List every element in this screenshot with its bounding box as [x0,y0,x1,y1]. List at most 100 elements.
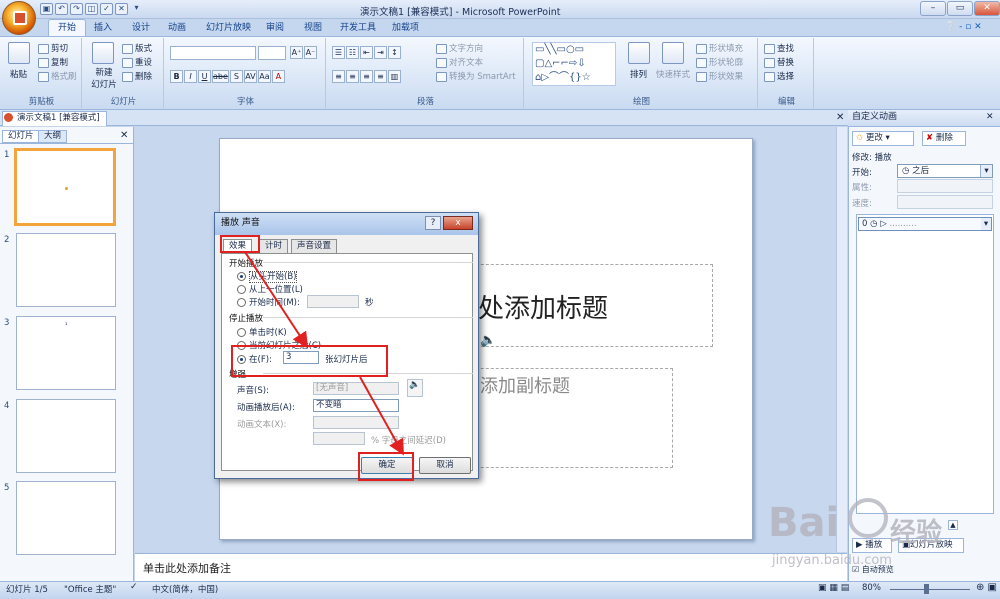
align-right-icon[interactable]: ≡ [360,70,373,83]
delete-slide-button[interactable]: 删除 [122,70,152,82]
minimize-button[interactable]: – [920,1,946,16]
stop-on-click-radio[interactable]: 单击时(K) [237,326,287,338]
redo-icon[interactable]: ↷ [70,3,83,15]
maximize-button[interactable]: ▭ [947,1,973,16]
zoom-level[interactable]: 80% [862,583,881,593]
sound-select[interactable]: [无声音] [313,382,399,395]
arrange-icon[interactable] [628,42,650,64]
start-from-last-radio[interactable]: 从上一位置(L) [237,283,303,295]
arrange-button[interactable]: 排列 [630,68,647,80]
print-preview-icon[interactable]: ◫ [85,3,98,15]
quick-styles-icon[interactable] [662,42,684,64]
office-button[interactable] [2,1,36,35]
tab-slides[interactable]: 幻灯片 [2,130,40,143]
save-icon[interactable]: ▣ [40,3,53,15]
shadow-button[interactable]: S [229,70,243,83]
dialog-tab-timing[interactable]: 计时 [259,239,289,253]
shape-fill-button[interactable]: 形状填充 [696,42,743,54]
notes-pane[interactable]: 单击此处添加备注 [135,553,847,581]
new-slide-icon[interactable] [92,42,114,64]
close-doc-tab-icon[interactable]: ✕ [836,112,844,123]
paste-icon[interactable] [8,42,30,64]
new-slide-button[interactable]: 新建 幻灯片 [86,66,122,90]
start-time-input[interactable] [307,295,359,308]
tab-addins[interactable]: 加载项 [382,19,429,37]
spelling-icon[interactable]: ✓ [100,3,113,15]
format-painter-button[interactable]: 格式刷 [38,70,77,82]
tab-insert[interactable]: 插入 [84,19,122,37]
slide-thumbnail[interactable] [16,399,116,473]
document-tab[interactable]: 演示文稿1 [兼容模式] [2,111,107,126]
strikethrough-button[interactable]: abe [212,70,229,83]
char-spacing-button[interactable]: AV [243,70,257,83]
after-animation-select[interactable]: 不变暗 [313,399,399,412]
decrease-indent-icon[interactable]: ⇤ [360,46,373,59]
dialog-help-button[interactable]: ? [425,216,441,230]
numbering-icon[interactable]: ☷ [346,46,359,59]
help-icon[interactable]: ❔ - ▫ ✕ [945,22,982,32]
animation-list[interactable] [856,214,994,514]
paste-button[interactable]: 粘贴 [10,68,27,80]
letter-delay-input[interactable] [313,432,365,445]
align-center-icon[interactable]: ≡ [346,70,359,83]
tab-slideshow[interactable]: 幻灯片放映 [196,19,261,37]
close-pane-icon[interactable]: ✕ [120,130,128,141]
change-button[interactable]: ✩ 更改 ▾ [852,131,914,146]
quick-styles-button[interactable]: 快速样式 [656,68,690,80]
bold-button[interactable]: B [170,70,183,83]
start-from-beginning-radio[interactable]: 从头开始(B) [237,270,298,283]
tab-outline[interactable]: 大纲 [38,130,68,143]
increase-indent-icon[interactable]: ⇥ [374,46,387,59]
start-at-time-radio[interactable]: 开始时间(M): [237,296,300,308]
quick-access-more-icon[interactable]: ▾ [130,3,143,15]
bullets-icon[interactable]: ☰ [332,46,345,59]
replace-button[interactable]: 替换 [764,56,794,68]
line-spacing-icon[interactable]: ↕ [388,46,401,59]
text-direction-button[interactable]: 文字方向 [436,42,483,54]
cut-button[interactable]: 剪切 [38,42,68,54]
slide-thumbnail[interactable]: ¹ [16,316,116,390]
start-select[interactable]: ◷ 之后 ▾ [897,164,993,178]
animation-list-item[interactable]: 0 ◷ ▷ .......... ▾ [858,217,992,231]
close-doc-icon[interactable]: ✕ [115,3,128,15]
dialog-tab-sound-settings[interactable]: 声音设置 [291,239,338,253]
justify-icon[interactable]: ≡ [374,70,387,83]
close-pane-icon[interactable]: ✕ [986,112,994,122]
dialog-close-button[interactable]: x [443,216,473,230]
fit-window-icon[interactable]: ⊕ ▣ [976,582,997,593]
change-case-button[interactable]: Aa [257,70,271,83]
slide-thumbnail[interactable] [16,481,116,555]
slide-thumbnail[interactable] [16,233,116,307]
zoom-slider-thumb[interactable] [924,584,929,594]
shapes-gallery[interactable]: ▭╲╲▭○▭ ▢△⌐⌐⇨⇩ ⌂▷⌒⌒{}☆ [532,42,616,86]
copy-button[interactable]: 复制 [38,56,68,68]
vertical-scrollbar[interactable] [836,127,847,552]
slide-thumbnail[interactable] [14,148,116,226]
move-up-icon[interactable]: ▲ [948,520,958,530]
tab-animations[interactable]: 动画 [158,19,196,37]
tab-review[interactable]: 审阅 [256,19,294,37]
font-name-combo[interactable] [170,46,256,60]
shrink-font-button[interactable]: A⁻ [304,46,317,59]
speed-select[interactable] [897,195,993,209]
undo-icon[interactable]: ↶ [55,3,68,15]
tab-view[interactable]: 视图 [294,19,332,37]
view-buttons[interactable]: ▣ ▦ ▤ [818,583,849,593]
select-button[interactable]: 选择 [764,70,794,82]
columns-icon[interactable]: ▥ [388,70,401,83]
align-text-button[interactable]: 对齐文本 [436,56,483,68]
tab-design[interactable]: 设计 [122,19,160,37]
speaker-icon[interactable]: 🔈 [407,379,423,397]
property-select[interactable] [897,179,993,193]
italic-button[interactable]: I [184,70,197,83]
sound-icon[interactable]: 🔈 [480,333,496,348]
close-window-button[interactable]: ✕ [974,1,1000,16]
spellcheck-icon[interactable]: ✓ [130,582,138,592]
play-button[interactable]: ▶ 播放 [852,538,892,553]
tab-home[interactable]: 开始 [48,19,87,37]
cancel-button[interactable]: 取消 [419,457,471,474]
animate-text-select[interactable] [313,416,399,429]
shape-outline-button[interactable]: 形状轮廓 [696,56,743,68]
remove-button[interactable]: ✘ 删除 [922,131,966,146]
font-color-button[interactable]: A [271,70,285,83]
